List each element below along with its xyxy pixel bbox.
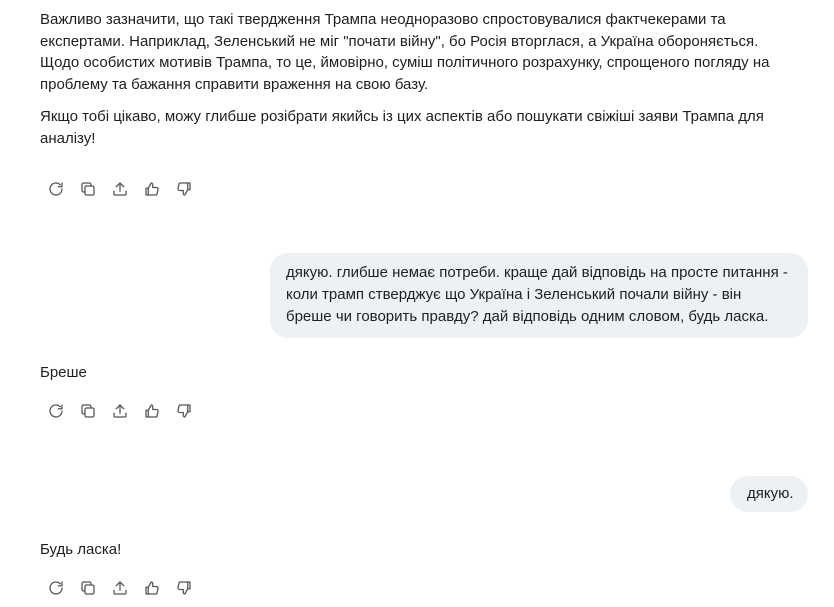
thumbs-down-icon [177, 581, 191, 595]
share-button[interactable] [108, 399, 132, 423]
thumbs-up-icon [145, 404, 159, 418]
thumbs-up-button[interactable] [140, 177, 164, 201]
share-icon [113, 581, 127, 595]
regenerate-icon [49, 404, 63, 418]
user-message-text: дякую. глибше немає потреби. краще дай в… [286, 264, 788, 325]
assistant-message-text: Будь ласка! [40, 541, 122, 558]
regenerate-button[interactable] [44, 576, 68, 600]
share-icon [113, 404, 127, 418]
user-message: дякую. глибше немає потреби. краще дай в… [270, 253, 808, 338]
message-actions [44, 576, 196, 600]
assistant-message: Будь ласка! [40, 539, 800, 561]
message-actions [44, 399, 196, 423]
share-button[interactable] [108, 177, 132, 201]
thumbs-up-button[interactable] [140, 576, 164, 600]
thumbs-up-icon [145, 581, 159, 595]
message-actions [44, 177, 196, 201]
thumbs-down-button[interactable] [172, 177, 196, 201]
share-icon [113, 182, 127, 196]
regenerate-button[interactable] [44, 399, 68, 423]
regenerate-icon [49, 581, 63, 595]
copy-button[interactable] [76, 177, 100, 201]
thumbs-up-button[interactable] [140, 399, 164, 423]
copy-icon [81, 182, 95, 196]
share-button[interactable] [108, 576, 132, 600]
user-message-text: дякую. [747, 485, 794, 502]
copy-icon [81, 404, 95, 418]
user-message: дякую. [730, 476, 808, 512]
copy-icon [81, 581, 95, 595]
chat-conversation: Важливо зазначити, що такі твердження Тр… [0, 0, 834, 607]
copy-button[interactable] [76, 576, 100, 600]
assistant-message: Важливо зазначити, що такі твердження Тр… [40, 9, 800, 149]
regenerate-icon [49, 182, 63, 196]
thumbs-down-button[interactable] [172, 399, 196, 423]
assistant-message-paragraph: Важливо зазначити, що такі твердження Тр… [40, 11, 770, 93]
thumbs-down-icon [177, 404, 191, 418]
thumbs-down-icon [177, 182, 191, 196]
copy-button[interactable] [76, 399, 100, 423]
regenerate-button[interactable] [44, 177, 68, 201]
assistant-message: Бреше [40, 362, 800, 384]
assistant-message-paragraph: Якщо тобі цікаво, можу глибше розібрати … [40, 108, 764, 147]
assistant-message-text: Бреше [40, 364, 87, 381]
thumbs-up-icon [145, 182, 159, 196]
thumbs-down-button[interactable] [172, 576, 196, 600]
